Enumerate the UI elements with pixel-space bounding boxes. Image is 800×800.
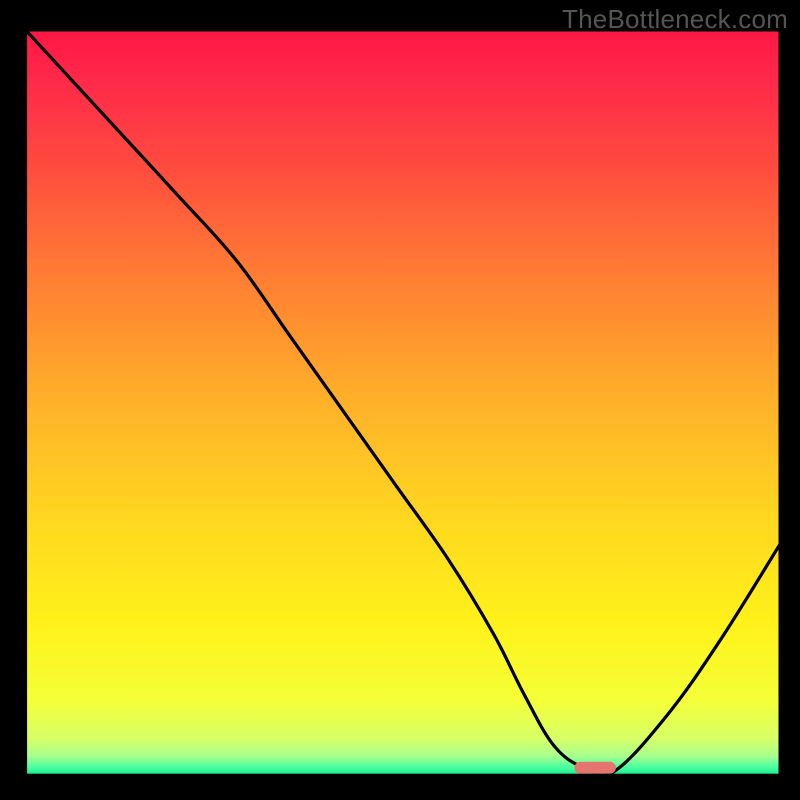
bottleneck-chart [0,0,800,800]
watermark-text: TheBottleneck.com [562,4,788,35]
gradient-background [26,30,780,775]
chart-container: TheBottleneck.com [0,0,800,800]
optimal-marker [574,762,615,774]
